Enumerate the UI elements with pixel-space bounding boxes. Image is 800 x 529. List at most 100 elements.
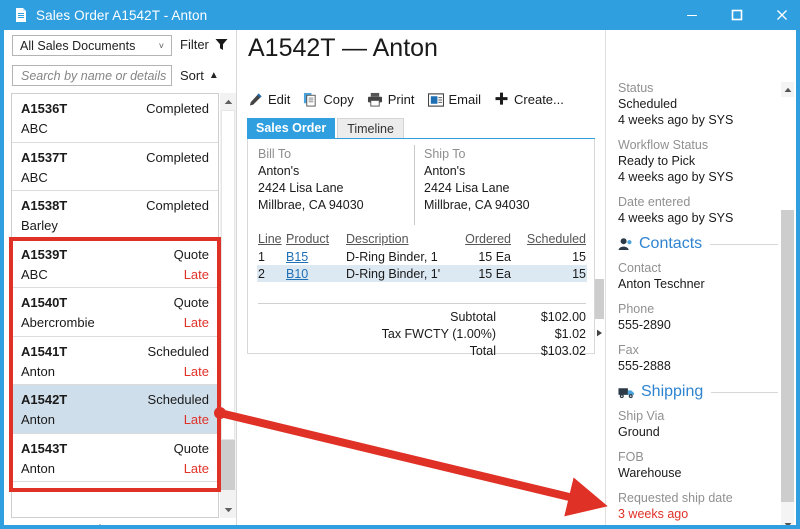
list-item[interactable]: A1542T Scheduled Anton Late [12,385,218,434]
command-email-button[interactable]: Email [427,92,481,107]
list-item-id: A1539T [21,246,68,262]
info-field: Date entered 4 weeks ago by SYS [618,194,778,226]
section-title: Shipping [641,383,704,400]
cell-line: 2 [257,265,285,282]
document-scrollbar[interactable] [595,139,604,354]
maximize-button[interactable] [714,0,759,30]
list-item-status: Completed [146,198,209,213]
document-icon [13,7,29,23]
document-scrollbar-thumb[interactable] [595,279,604,319]
list-item[interactable]: A1538T Completed Barley [12,191,218,240]
table-row[interactable]: 2 B10 D-Ring Binder, 1' 15 Ea 15 [257,265,587,282]
bill-to-line3: Millbrae, CA 94030 [258,198,364,212]
sales-documents-list-pane: All Sales Documents ˅ Filter Sort ▲ A153… [4,30,236,525]
list-item-id: A1543T [21,440,68,456]
bill-to-line1: Anton's [258,164,300,178]
list-item-status: Scheduled [147,343,209,359]
minimize-button[interactable] [669,0,714,30]
sort-button-label: Sort [180,68,204,83]
list-item-customer: Abercrombie [21,315,95,330]
cell-product[interactable]: B15 [285,248,345,265]
list-item[interactable]: A1539T Quote ABC Late [12,239,218,288]
list-item-customer: Barley [21,218,58,233]
ship-to-line1: Anton's [424,164,466,178]
column-header[interactable]: Line [257,231,285,248]
command-copy-button[interactable]: Copy [303,92,354,107]
info-scrollbar-thumb[interactable] [781,210,794,502]
new-sales-order-label: New Sales Order [53,521,116,529]
list-item-status: Completed [146,101,209,116]
command-label: Print [387,92,415,107]
info-field-label: Date entered [618,195,691,209]
info-field-value: Warehouse [618,466,682,480]
scroll-down-icon[interactable] [781,517,794,525]
info-field-value: 3 weeks ago [618,507,689,521]
sales-order-list[interactable]: A1536T Completed ABC A1537T Completed ABC A153… [11,93,219,518]
info-field: Workflow Status Ready to Pick 4 weeks ago … [618,137,778,185]
scroll-down-icon[interactable] [596,329,603,339]
command-label: Create... [514,92,564,107]
list-item[interactable]: A1540T Quote Abercrombie Late [12,288,218,337]
info-field: Requested ship date 3 weeks ago [618,490,778,522]
scroll-up-icon[interactable] [220,93,236,110]
list-item[interactable]: A1541T Scheduled Anton Late [12,336,218,385]
cell-ordered: 15 Ea [448,265,521,282]
document-type-dropdown[interactable]: All Sales Documents ˅ [12,35,172,56]
ship-to-line2: 2424 Lisa Lane [424,181,510,195]
info-field-value: Ground [618,425,660,439]
list-item[interactable]: A1537T Completed ABC [12,142,218,191]
command-bar: Edit Copy Print Email Create... [248,92,577,107]
new-sales-order-button[interactable]: New Sales Order [31,521,138,529]
list-item-status: Scheduled [147,392,209,407]
list-item-late-badge: Late [183,412,209,427]
command-print-button[interactable]: Print [367,92,415,107]
table-row[interactable]: 1 B15 D-Ring Binder, 1 15 Ea 15 [257,248,587,265]
list-scrollbar[interactable] [220,93,236,518]
cell-line: 1 [258,250,265,264]
info-field: Phone 555-2890 [618,301,778,333]
close-button[interactable] [759,0,796,30]
column-header[interactable]: Scheduled [521,231,587,248]
envelope-icon [427,92,444,107]
info-field-value: Anton Teschner [618,277,705,291]
column-header[interactable]: Description [345,231,448,248]
ship-to-line3: Millbrae, CA 94030 [424,198,530,212]
column-header[interactable]: Ordered [448,231,521,248]
filter-button[interactable]: Filter [180,37,228,52]
window-controls [669,0,796,30]
cell-product[interactable]: B10 [285,265,345,282]
info-field: Fax 555-2888 [618,342,778,374]
printer-icon [367,92,383,107]
table-header-row: Line Product Description Ordered Scheduled [257,231,587,248]
tab-sales-order[interactable]: Sales Order [247,118,336,139]
product-link[interactable]: B15 [286,250,308,264]
search-box[interactable] [12,65,172,86]
column-header[interactable]: Product [285,231,345,248]
command-edit-button[interactable]: Edit [248,92,290,107]
filter-button-label: Filter [180,37,209,52]
bill-to-block: Bill To Anton's 2424 Lisa Lane Millbrae,… [258,146,364,214]
window-title: Sales Order A1542T - Anton [36,7,208,23]
info-field: Status Scheduled 4 weeks ago by SYS [618,80,778,128]
list-item[interactable]: A1543T Quote Anton Late [12,433,218,482]
info-scrollbar-track[interactable] [781,97,794,210]
scroll-up-icon[interactable] [781,82,794,97]
scroll-down-icon[interactable] [220,501,236,518]
ship-to-label: Ship To [424,147,466,161]
info-field-label: Fax [618,343,639,357]
list-scrollbar-thumb[interactable] [221,440,235,490]
command-create-button[interactable]: Create... [494,92,564,107]
sort-button[interactable]: Sort ▲ [180,68,219,83]
info-field: FOB Warehouse [618,449,778,481]
copy-icon [303,92,318,107]
info-field-label: Status [618,81,654,95]
tab-timeline[interactable]: Timeline [337,118,404,139]
info-scrollbar[interactable] [781,82,794,525]
total-row: Subtotal $102.00 [258,309,586,326]
info-field-value: 555-2888 [618,359,671,373]
list-item[interactable]: A1536T Completed ABC [12,94,218,143]
info-field-value: 4 weeks ago by SYS [618,211,734,225]
product-link[interactable]: B10 [286,267,308,281]
list-scrollbar-track[interactable] [221,110,235,440]
search-input[interactable] [19,67,171,84]
